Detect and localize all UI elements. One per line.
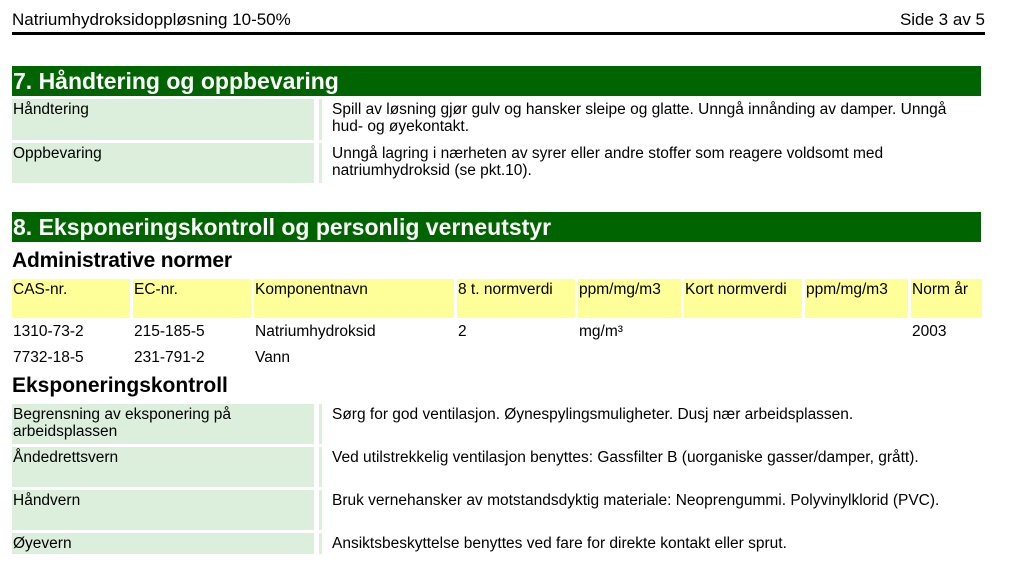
col-header-cas: CAS-nr. (12, 279, 130, 318)
exposure-control-heading: Eksponeringskontroll (12, 374, 228, 397)
row-label: Håndtering (12, 99, 314, 140)
cell-component: Natriumhydroksid (255, 323, 376, 340)
hand-protection-row: Håndvern Bruk vernehansker av motstandsd… (12, 490, 981, 530)
row-text: Bruk vernehansker av motstandsdyktig mat… (332, 492, 940, 509)
cell-ec: 215-185-5 (134, 323, 205, 340)
col-header-component: Komponentnavn (254, 279, 454, 318)
section-8-heading: 8. Eksponeringskontroll og personlig ver… (12, 212, 981, 242)
row-text: Spill av løsning gjør gulv og hansker sl… (332, 101, 947, 135)
row-text: Ved utilstrekkelig ventilasjon benyttes:… (332, 449, 919, 466)
section-7-heading: 7. Håndtering og oppbevaring (12, 66, 981, 96)
row-label: Åndedrettsvern (12, 447, 314, 487)
cell-norm-year: 2003 (912, 323, 947, 340)
cell-ec: 231-791-2 (134, 349, 205, 366)
workplace-exposure-row: Begrensning av eksponering på arbeidspla… (12, 404, 981, 444)
cell-8h-norm: 2 (458, 323, 467, 340)
cell-cas: 7732-18-5 (13, 349, 84, 366)
cell-unit-1: mg/m³ (579, 323, 623, 340)
cell-component: Vann (255, 349, 291, 366)
row-text: Ansiktsbeskyttelse benyttes ved fare for… (332, 535, 787, 552)
administrative-norms-heading: Administrative normer (12, 249, 232, 272)
cell-cas: 1310-73-2 (13, 323, 84, 340)
col-header-norm-year: Norm år (911, 279, 982, 318)
col-header-ec: EC-nr. (133, 279, 251, 318)
row-label: Oppbevaring (12, 143, 314, 183)
handling-row: Håndtering Spill av løsning gjør gulv og… (12, 99, 981, 140)
col-header-8h-norm: 8 t. normverdi (457, 279, 575, 318)
row-text: Unngå lagring i nærheten av syrer eller … (332, 145, 884, 179)
col-header-short-norm: Kort normverdi (684, 279, 802, 318)
row-label: Begrensning av eksponering på arbeidspla… (12, 404, 314, 444)
page-number: Side 3 av 5 (899, 10, 985, 29)
row-text: Sørg for god ventilasjon. Øynespylingsmu… (332, 406, 854, 423)
table-row: 1310-73-2 215-185-5 Natriumhydroksid 2 m… (12, 322, 985, 342)
col-header-unit-1: ppm/mg/m3 (578, 279, 681, 318)
storage-row: Oppbevaring Unngå lagring i nærheten av … (12, 143, 981, 183)
table-row: 7732-18-5 231-791-2 Vann (12, 348, 985, 368)
page-header: Natriumhydroksidoppløsning 10-50% Side 3… (12, 8, 985, 35)
eye-protection-row: Øyevern Ansiktsbeskyttelse benyttes ved … (12, 533, 981, 554)
col-header-unit-2: ppm/mg/m3 (805, 279, 908, 318)
norms-table-header: CAS-nr. EC-nr. Komponentnavn 8 t. normve… (12, 279, 985, 318)
document-title: Natriumhydroksidoppløsning 10-50% (12, 10, 291, 29)
row-label: Håndvern (12, 490, 314, 530)
row-label: Øyevern (12, 533, 314, 554)
respiratory-protection-row: Åndedrettsvern Ved utilstrekkelig ventil… (12, 447, 981, 487)
